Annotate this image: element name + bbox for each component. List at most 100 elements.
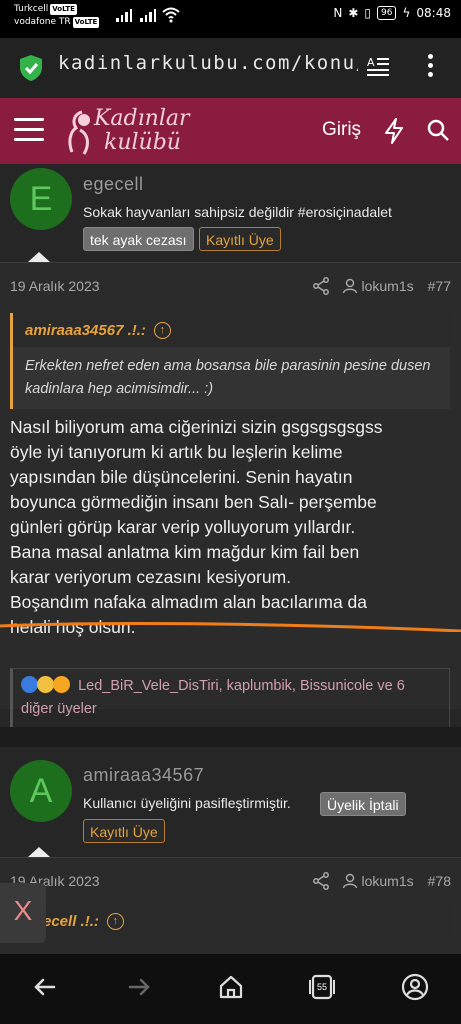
love-reaction-icon bbox=[37, 676, 55, 693]
logo-text-line1: Kadınlar bbox=[94, 106, 190, 131]
like-reaction-icon bbox=[21, 676, 38, 693]
secure-shield-icon[interactable] bbox=[18, 54, 44, 82]
post-line: Boşandım nafaka almadım alan bacılarıma … bbox=[10, 592, 367, 612]
post-user-link[interactable]: lokum1s bbox=[342, 278, 414, 294]
carrier-2-label: vodafone TR bbox=[14, 17, 71, 27]
post-date[interactable]: 19 Aralık 2023 bbox=[10, 873, 312, 889]
username[interactable]: amiraaa34567 bbox=[83, 765, 204, 786]
user-icon bbox=[342, 873, 357, 889]
clock: 08:48 bbox=[416, 6, 451, 20]
post-line: boyunca görmediğin insanı ben Salı- perş… bbox=[10, 492, 377, 512]
post-pointer bbox=[28, 252, 50, 262]
username[interactable]: egecell bbox=[83, 174, 144, 195]
orange-underline-annotation bbox=[0, 622, 461, 632]
login-link[interactable]: Giriş bbox=[322, 119, 361, 141]
home-icon bbox=[219, 975, 243, 999]
url-text[interactable]: kadinlarkulubu.com/konu/esi bbox=[58, 52, 358, 74]
quote-header[interactable]: ecell .!.: ↑ bbox=[13, 904, 450, 938]
user-badge: Üyelik İptali bbox=[320, 792, 406, 816]
whats-new-bolt-icon[interactable] bbox=[383, 118, 405, 144]
post-line: Bana masal anlatma kim mağdur kim fail b… bbox=[10, 542, 360, 562]
laugh-reaction-icon bbox=[53, 676, 71, 693]
quote-header[interactable]: amiraaa34567 .!.: ↑ bbox=[13, 313, 450, 347]
signal-icon-2 bbox=[140, 8, 156, 22]
bluetooth-icon: ✱ bbox=[348, 6, 359, 20]
battery-level: 96 bbox=[381, 8, 393, 18]
quote-block: ecell .!.: ↑ bbox=[10, 904, 450, 938]
post-77: 19 Aralık 2023 lokum1s #77 amiraaa34567 … bbox=[0, 262, 461, 728]
volte-badge: VoLTE bbox=[50, 4, 77, 15]
user-block-egecell: E egecell Sokak hayvanları sahipsiz deği… bbox=[0, 164, 461, 262]
forward-button[interactable] bbox=[124, 972, 154, 1002]
charging-icon: ϟ bbox=[402, 6, 411, 20]
search-icon[interactable] bbox=[426, 118, 450, 142]
user-icon bbox=[342, 278, 357, 294]
back-button[interactable] bbox=[30, 972, 60, 1002]
go-to-quote-icon[interactable]: ↑ bbox=[153, 321, 171, 339]
home-button[interactable] bbox=[216, 972, 246, 1002]
post-78: 19 Aralık 2023 lokum1s #78 ecell .!.: ↑ bbox=[0, 857, 461, 954]
site-logo[interactable]: Kadınlar kulübü bbox=[62, 106, 202, 156]
post-line: Nasıl biliyorum ama ciğerinizi sizin gsg… bbox=[10, 417, 383, 437]
post-date[interactable]: 19 Aralık 2023 bbox=[10, 278, 312, 294]
post-user-name: lokum1s bbox=[361, 873, 414, 889]
thread-content: E egecell Sokak hayvanları sahipsiz deği… bbox=[0, 164, 461, 954]
go-to-quote-icon[interactable]: ↑ bbox=[106, 912, 124, 930]
wifi-icon bbox=[162, 7, 180, 23]
signal-icon bbox=[116, 8, 132, 22]
status-right: N ✱ ▯ 96 ϟ 08:48 bbox=[333, 6, 451, 20]
post-separator bbox=[0, 727, 461, 747]
post-pointer bbox=[28, 847, 50, 857]
carrier-1-label: Turkcell bbox=[14, 4, 49, 14]
svg-text:A: A bbox=[367, 56, 375, 69]
post-line: karar veriyorum cezasını kesiyorum. bbox=[10, 567, 292, 587]
post-line: öyle iyi tanıyorum ki artık bu leşlerin … bbox=[10, 442, 343, 462]
user-block-amiraaa: A amiraaa34567 Kullanıcı üyeliğini pasif… bbox=[0, 747, 461, 857]
post-body: Nasıl biliyorum ama ciğerinizi sizin gsg… bbox=[10, 415, 452, 640]
user-status: Sokak hayvanları sahipsiz değildir #eros… bbox=[83, 204, 392, 220]
browser-menu-icon[interactable] bbox=[420, 52, 440, 82]
back-arrow-icon bbox=[34, 978, 56, 996]
reaction-users[interactable]: Led_BiR_Vele_DisTiri, kaplumbik, Bissuni… bbox=[21, 678, 405, 717]
reactions-bar[interactable]: Led_BiR_Vele_DisTiri, kaplumbik, Bissuni… bbox=[10, 668, 450, 728]
member-badge: Kayıtlı Üye bbox=[199, 227, 281, 251]
share-icon[interactable] bbox=[312, 872, 330, 890]
account-icon bbox=[401, 973, 429, 1001]
quote-text: Erkekten nefret eden ama bosansa bile pa… bbox=[25, 358, 431, 397]
post-number[interactable]: #77 bbox=[428, 278, 451, 294]
avatar[interactable]: A bbox=[10, 760, 72, 822]
account-button[interactable] bbox=[400, 972, 430, 1002]
post-meta: 19 Aralık 2023 lokum1s #77 bbox=[10, 277, 451, 295]
tab-count: 55 bbox=[316, 982, 327, 992]
post-user-name: lokum1s bbox=[361, 278, 414, 294]
post-number[interactable]: #78 bbox=[428, 873, 451, 889]
user-status: Kullanıcı üyeliğini pasifleştirmiştir. bbox=[83, 795, 291, 811]
share-icon[interactable] bbox=[312, 277, 330, 295]
logo-text-line2: kulübü bbox=[104, 130, 181, 155]
carrier-2: vodafone TR VoLTE bbox=[14, 17, 100, 28]
avatar[interactable]: E bbox=[10, 168, 72, 230]
reader-mode-icon[interactable]: A bbox=[366, 54, 390, 78]
quote-author: ecell .!.: bbox=[43, 912, 99, 930]
post-line: yapısından bile düşüncelerini. Senin hay… bbox=[10, 467, 353, 487]
hamburger-menu-icon[interactable] bbox=[14, 118, 44, 142]
quote-author: amiraaa34567 .!.: bbox=[25, 321, 146, 339]
status-bar: Turkcell VoLTE vodafone TR VoLTE N ✱ ▯ 96 … bbox=[0, 0, 461, 38]
post-line: günleri görüp karar verip yolluyorum yıl… bbox=[10, 517, 356, 537]
volte-badge-2: VoLTE bbox=[72, 17, 100, 28]
post-meta: 19 Aralık 2023 lokum1s #78 bbox=[10, 872, 451, 890]
vibrate-icon: ▯ bbox=[364, 6, 372, 20]
carrier-1: Turkcell VoLTE bbox=[14, 4, 77, 15]
user-badge: tek ayak cezası bbox=[83, 227, 194, 251]
floating-close-button[interactable]: X bbox=[0, 883, 46, 943]
browser-bottom-nav: 55 bbox=[0, 954, 461, 1024]
battery-icon: 96 bbox=[377, 6, 397, 20]
member-badge: Kayıtlı Üye bbox=[83, 819, 165, 843]
logo-woman-icon bbox=[68, 110, 90, 155]
quote-block: amiraaa34567 .!.: ↑ Erkekten nefret eden… bbox=[10, 313, 450, 409]
post-user-link[interactable]: lokum1s bbox=[342, 873, 414, 889]
browser-url-bar[interactable]: kadinlarkulubu.com/konu/esi A bbox=[0, 38, 461, 98]
nfc-icon: N bbox=[333, 6, 343, 20]
tabs-button[interactable]: 55 bbox=[307, 972, 337, 1002]
forward-arrow-icon bbox=[128, 978, 150, 996]
